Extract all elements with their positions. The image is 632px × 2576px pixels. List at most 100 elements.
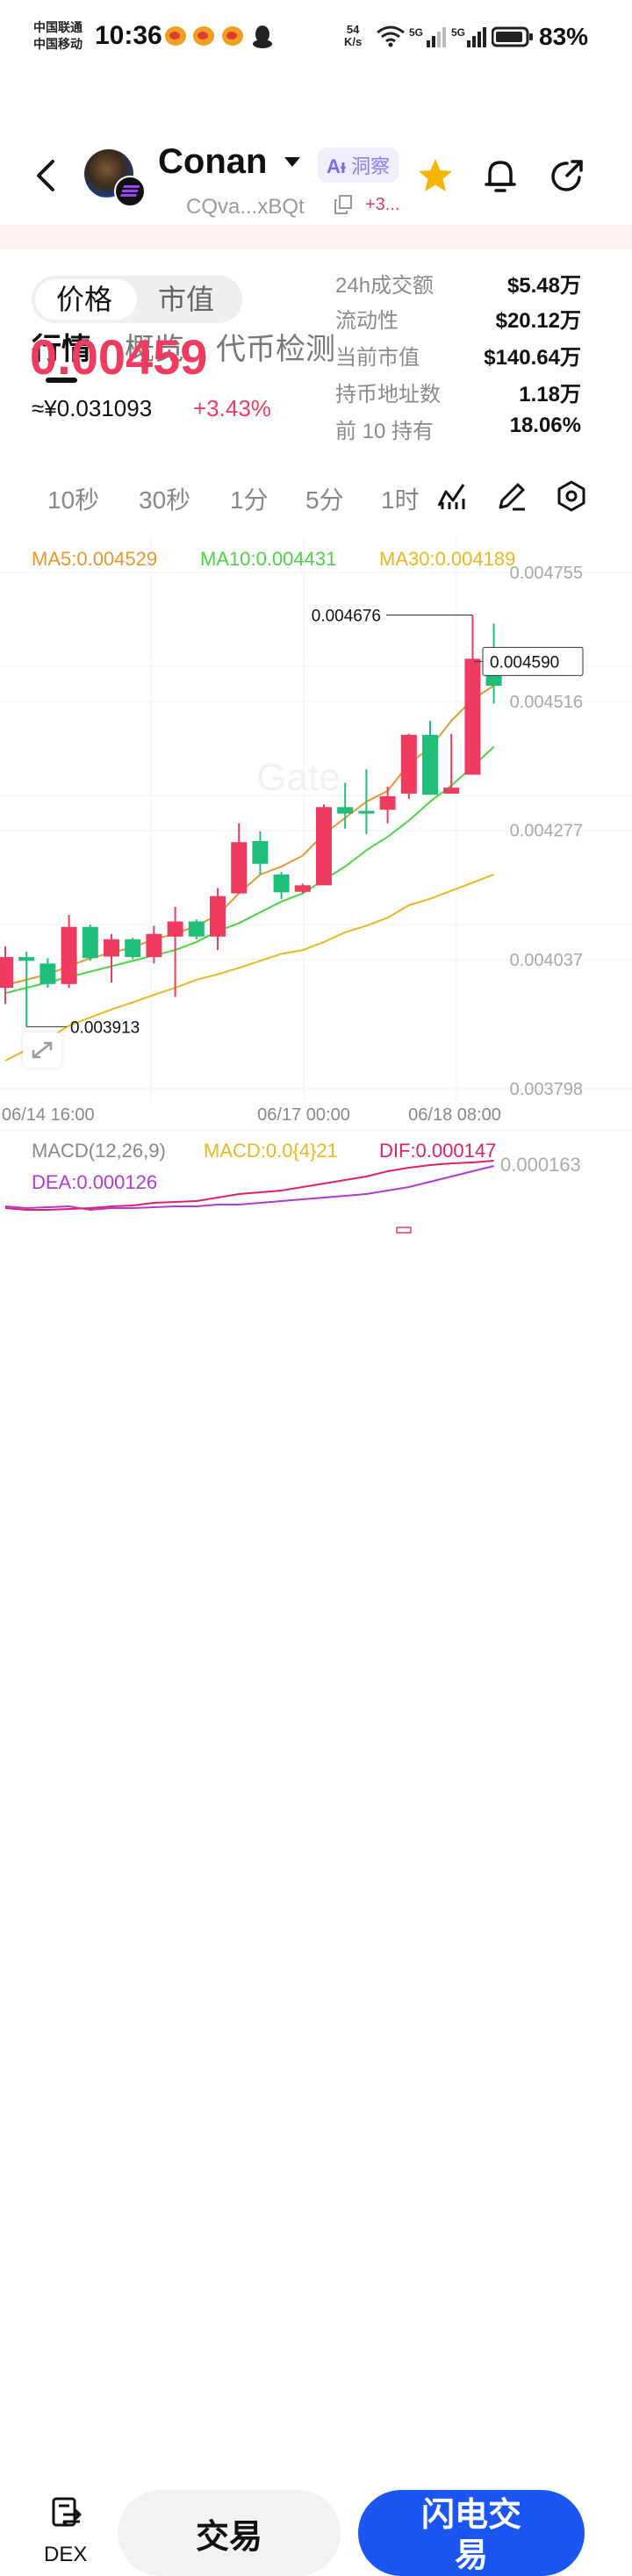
- candle-body: [443, 788, 460, 794]
- signal-label-2: 5G: [451, 26, 466, 39]
- interval-30s[interactable]: 30秒: [139, 481, 190, 516]
- ma30-label: MA30:0.004189: [379, 548, 516, 570]
- y-axis-tick: 0.004516: [510, 693, 583, 712]
- wifi-icon: [377, 25, 405, 47]
- tab-token-check[interactable]: 代币检测: [216, 325, 335, 368]
- candle-body: [231, 842, 248, 894]
- weibo-icon: [193, 26, 214, 46]
- dex-icon[interactable]: [51, 2495, 83, 2530]
- candle-body: [0, 957, 13, 989]
- net-speed-unit: K/s: [344, 35, 363, 48]
- candle-body: [358, 810, 375, 814]
- stat-label-holders: 持币地址数: [335, 383, 441, 407]
- candle-body: [464, 658, 481, 775]
- weibo-icon: [165, 26, 186, 46]
- candle-body: [18, 957, 35, 961]
- low-label: 0.003913: [70, 1018, 140, 1037]
- weibo-icon: [222, 26, 243, 46]
- battery-percent: 83%: [539, 23, 589, 50]
- notice-strip: [0, 225, 632, 249]
- trade-button[interactable]: 交易: [118, 2490, 341, 2576]
- macd-y-tick: 0.000163: [500, 1154, 581, 1176]
- tab-bar: 行情 概览 代币检测: [0, 158, 632, 383]
- flash-trade-label-2: 易: [454, 2537, 488, 2574]
- clock: 10:36: [95, 21, 162, 50]
- candle-body: [61, 926, 77, 984]
- candle-body: [273, 874, 290, 893]
- y-axis-tick: 0.004037: [510, 951, 583, 970]
- x-axis-tick: 06/14 16:00: [2, 1105, 95, 1125]
- macd-value: MACD:0.0{4}21: [204, 1140, 338, 1162]
- candle-body: [379, 795, 396, 810]
- token-header: Conan Aᵻ 洞察 CQva...xBQt +3...: [0, 70, 632, 219]
- ma10-label: MA10:0.004431: [200, 548, 337, 570]
- interval-1h[interactable]: 1时: [381, 481, 427, 516]
- settings-icon[interactable]: [555, 479, 588, 513]
- interval-5m[interactable]: 5分: [305, 481, 344, 516]
- ma5-label: MA5:0.004529: [32, 548, 158, 570]
- interval-10s[interactable]: 10秒: [47, 481, 99, 516]
- candle-body: [252, 840, 269, 864]
- ma5-line: [4, 685, 495, 986]
- dex-label[interactable]: DEX: [44, 2543, 87, 2567]
- candle-body: [337, 807, 354, 814]
- qq-icon: [253, 25, 272, 48]
- dea-value: DEA:0.000126: [32, 1171, 158, 1193]
- net-speed-value: 54: [346, 23, 360, 36]
- stat-label-volume: 24h成交额: [335, 274, 434, 298]
- signal-icon: [467, 27, 486, 47]
- price-change: +3.43%: [193, 395, 271, 421]
- candle-body: [167, 921, 183, 937]
- last-price-label: 0.004590: [490, 653, 559, 672]
- candle-body: [40, 963, 56, 984]
- stat-value-top10: 18.06%: [509, 414, 581, 437]
- ma10-line: [4, 745, 495, 995]
- high-label: 0.004676: [312, 608, 381, 626]
- expand-chart-button[interactable]: [23, 1033, 61, 1068]
- toggle-price[interactable]: 价格: [56, 281, 112, 318]
- stat-label-market-cap: 当前市值: [335, 346, 420, 370]
- current-price: 0.00459: [30, 329, 208, 385]
- net-speed: 54 K/s: [344, 24, 362, 48]
- candle-body: [422, 734, 438, 795]
- watermark: Gate: [256, 756, 340, 799]
- stat-value-volume: $5.48万: [506, 274, 581, 298]
- stat-label-liquidity: 流动性: [335, 309, 399, 333]
- candle-body: [104, 939, 119, 957]
- candle-body: [82, 926, 98, 959]
- macd-title: MACD(12,26,9): [32, 1140, 166, 1162]
- x-axis-tick: 06/17 00:00: [257, 1105, 350, 1125]
- candle-body: [188, 921, 205, 937]
- y-axis-tick: 0.004755: [510, 564, 583, 583]
- signal-icon: [427, 27, 446, 47]
- bottom-bar: DEX 交易 闪电交 易: [0, 1229, 632, 2576]
- stat-value-liquidity: $20.12万: [495, 309, 581, 333]
- draw-icon[interactable]: [495, 479, 528, 513]
- candle-body: [400, 734, 417, 794]
- candle-body: [316, 807, 332, 886]
- signal-label-1: 5G: [409, 26, 424, 39]
- flash-trade-label-1: 闪电交: [420, 2497, 521, 2534]
- carrier-1: 中国联通: [33, 20, 83, 34]
- y-axis-tick: 0.003798: [510, 1080, 583, 1099]
- dif-value: DIF:0.000147: [379, 1140, 497, 1162]
- candle-body: [125, 939, 141, 958]
- carrier-info: 中国联通 中国移动: [33, 19, 83, 53]
- interval-1m[interactable]: 1分: [230, 481, 269, 516]
- toggle-market-cap[interactable]: 市值: [158, 281, 214, 318]
- indicator-icon[interactable]: [435, 479, 469, 513]
- flash-trade-button[interactable]: 闪电交 易: [358, 2490, 585, 2576]
- expand-icon: [32, 1041, 53, 1059]
- candle-body: [146, 933, 162, 958]
- candle-body: [294, 885, 311, 892]
- y-axis-tick: 0.004277: [510, 822, 583, 841]
- candle-body: [210, 896, 226, 937]
- stat-label-top10: 前 10 持有: [335, 420, 434, 443]
- x-axis-tick: 06/18 08:00: [408, 1105, 501, 1125]
- stat-value-holders: 1.18万: [519, 383, 581, 407]
- stat-value-market-cap: $140.64万: [484, 346, 581, 370]
- cny-price: ≈¥0.031093: [32, 395, 153, 421]
- battery-icon: [492, 26, 533, 47]
- status-bar: 中国联通 中国移动 10:36 54 K/s 5G 5G 83%: [0, 0, 632, 70]
- carrier-2: 中国移动: [33, 37, 83, 51]
